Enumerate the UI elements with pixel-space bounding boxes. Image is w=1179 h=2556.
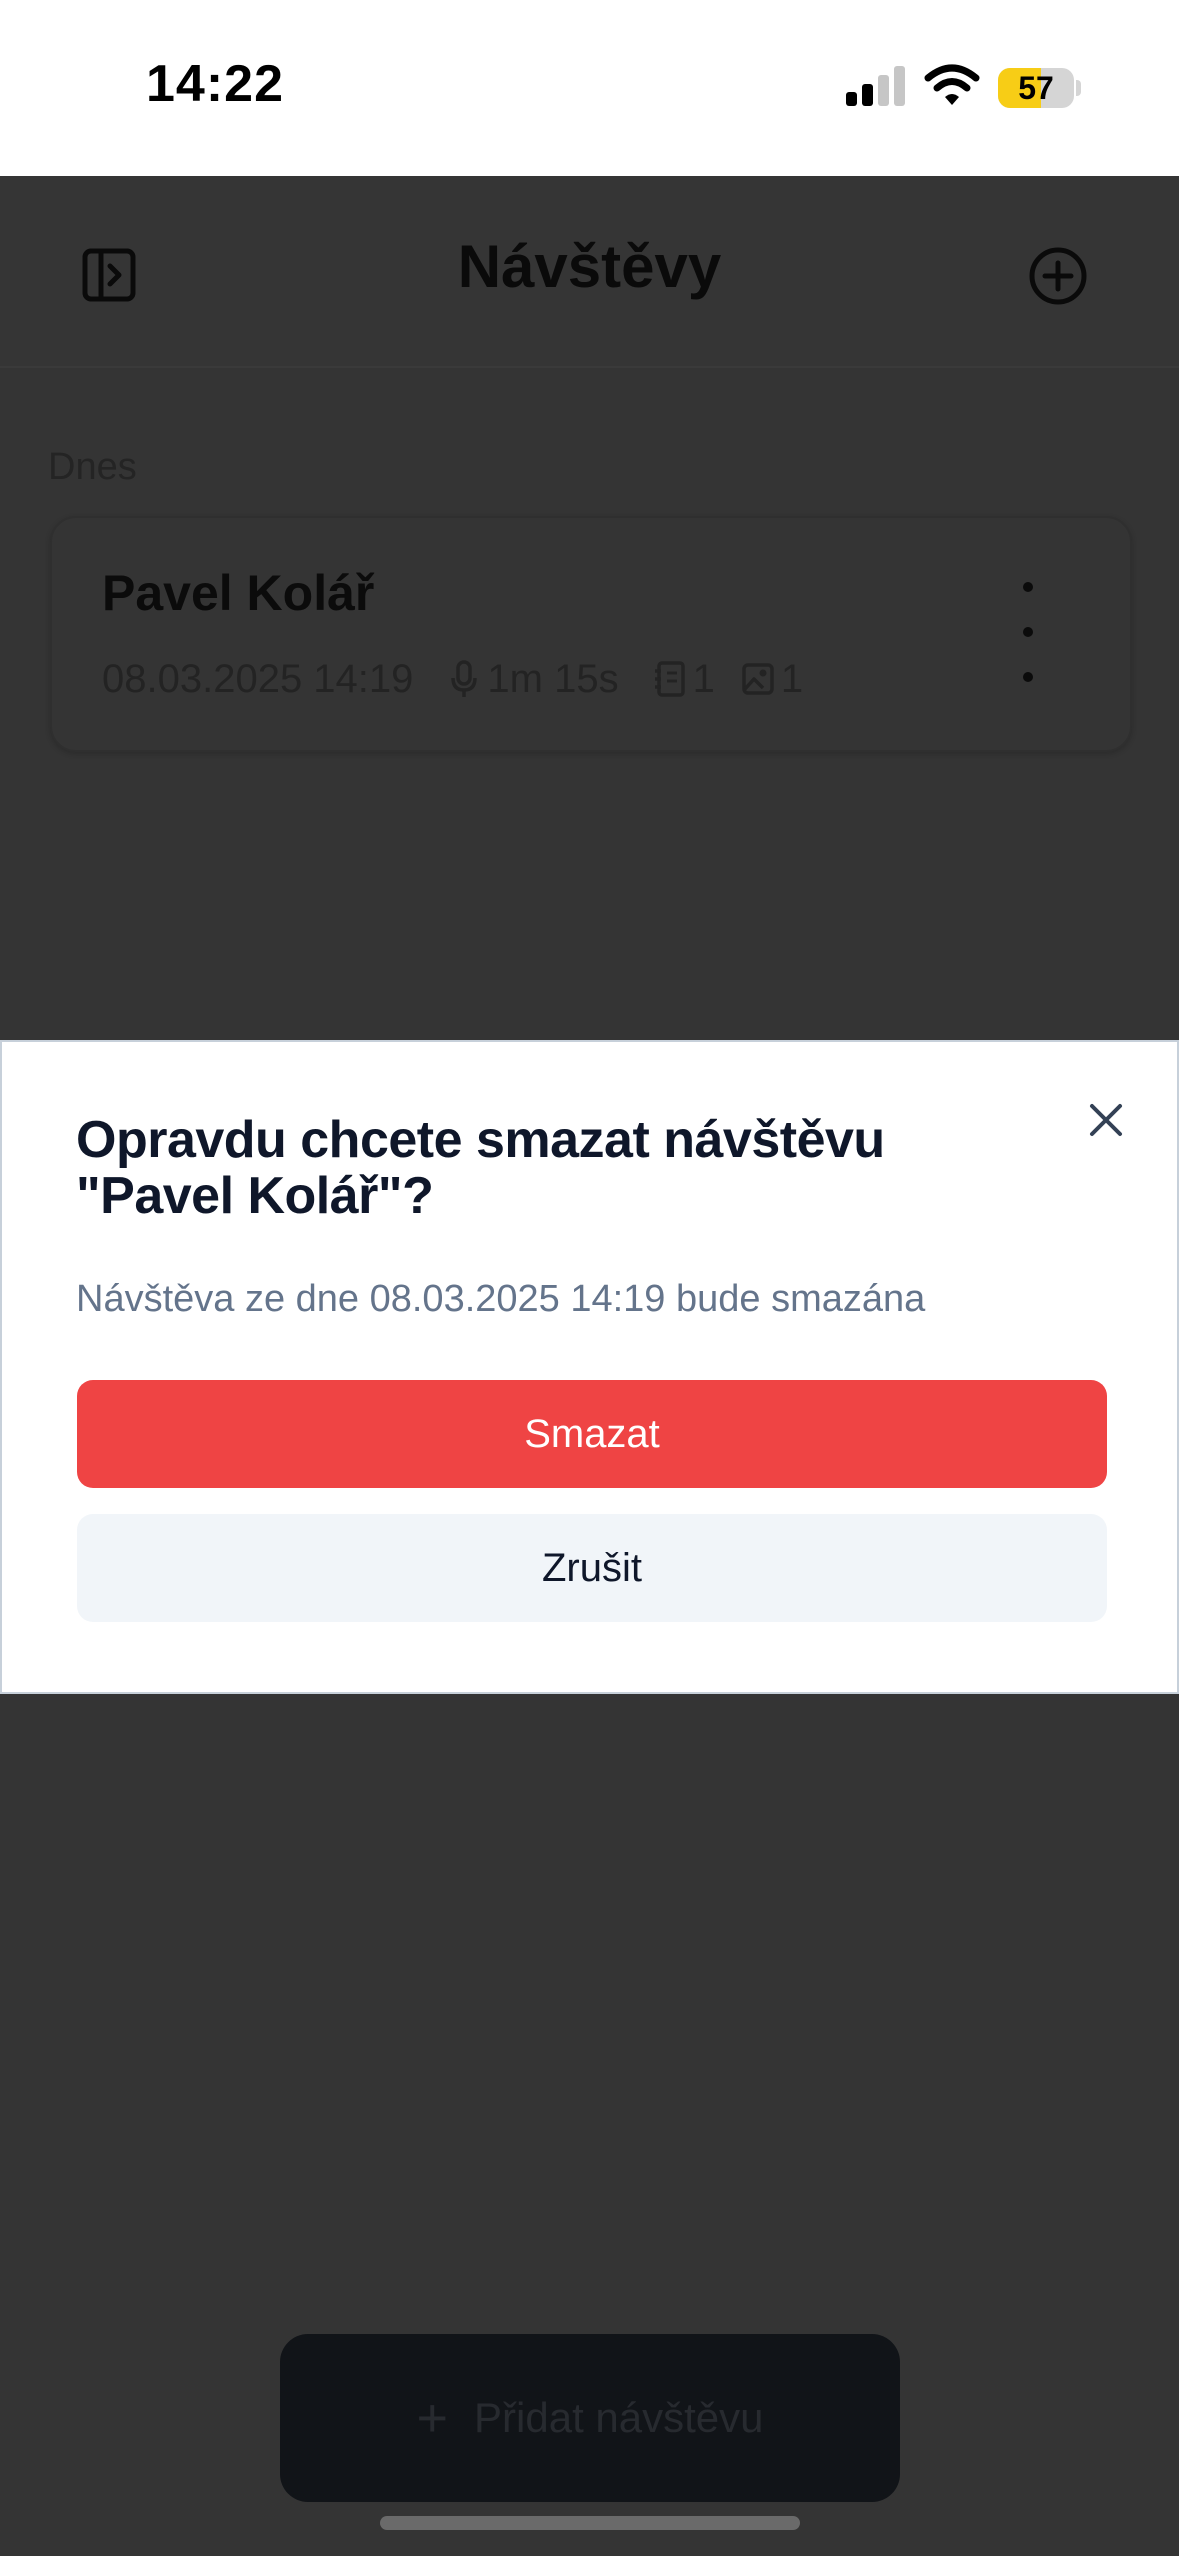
plus-circle-icon[interactable] (1028, 246, 1088, 306)
battery-icon: 57 (998, 68, 1082, 108)
wifi-icon (924, 64, 980, 105)
delete-confirm-dialog: Opravdu chcete smazat návštěvu "Pavel Ko… (0, 1040, 1179, 1694)
visit-card[interactable]: Pavel Kolář 08.03.2025 14:19 1m 15s 1 1 (50, 516, 1132, 752)
home-indicator (380, 2516, 800, 2530)
signal-icon (846, 66, 905, 106)
visit-notes-count: 1 (692, 656, 715, 701)
visit-images-count: 1 (780, 656, 804, 701)
microphone-icon (451, 660, 478, 697)
add-visit-label: Přidat návštěvu (474, 2394, 764, 2441)
notebook-icon (654, 661, 685, 697)
close-icon[interactable] (1084, 1098, 1128, 1142)
page-title: Návštěvy (457, 233, 722, 300)
header: Návštěvy (0, 176, 1179, 368)
plus-icon: + (416, 2388, 449, 2448)
status-bar: 14:22 57 (0, 0, 1179, 176)
visit-datetime: 08.03.2025 14:19 (102, 656, 414, 701)
dialog-title: Opravdu chcete smazat návštěvu "Pavel Ko… (76, 1111, 885, 1225)
section-label-today: Dnes (48, 446, 137, 488)
delete-button[interactable]: Smazat (77, 1380, 1107, 1488)
battery-percent: 57 (1018, 70, 1054, 106)
status-time: 14:22 (146, 55, 284, 113)
dialog-description: Návštěva ze dne 08.03.2025 14:19 bude sm… (76, 1278, 926, 1320)
image-icon (742, 663, 774, 695)
visit-meta: 08.03.2025 14:19 1m 15s 1 1 (102, 654, 803, 704)
visit-name: Pavel Kolář (102, 565, 375, 621)
visit-duration: 1m 15s (487, 656, 619, 701)
more-vertical-icon[interactable] (1008, 582, 1048, 682)
cancel-button[interactable]: Zrušit (77, 1514, 1107, 1622)
add-visit-button[interactable]: + Přidat návštěvu (280, 2334, 900, 2502)
